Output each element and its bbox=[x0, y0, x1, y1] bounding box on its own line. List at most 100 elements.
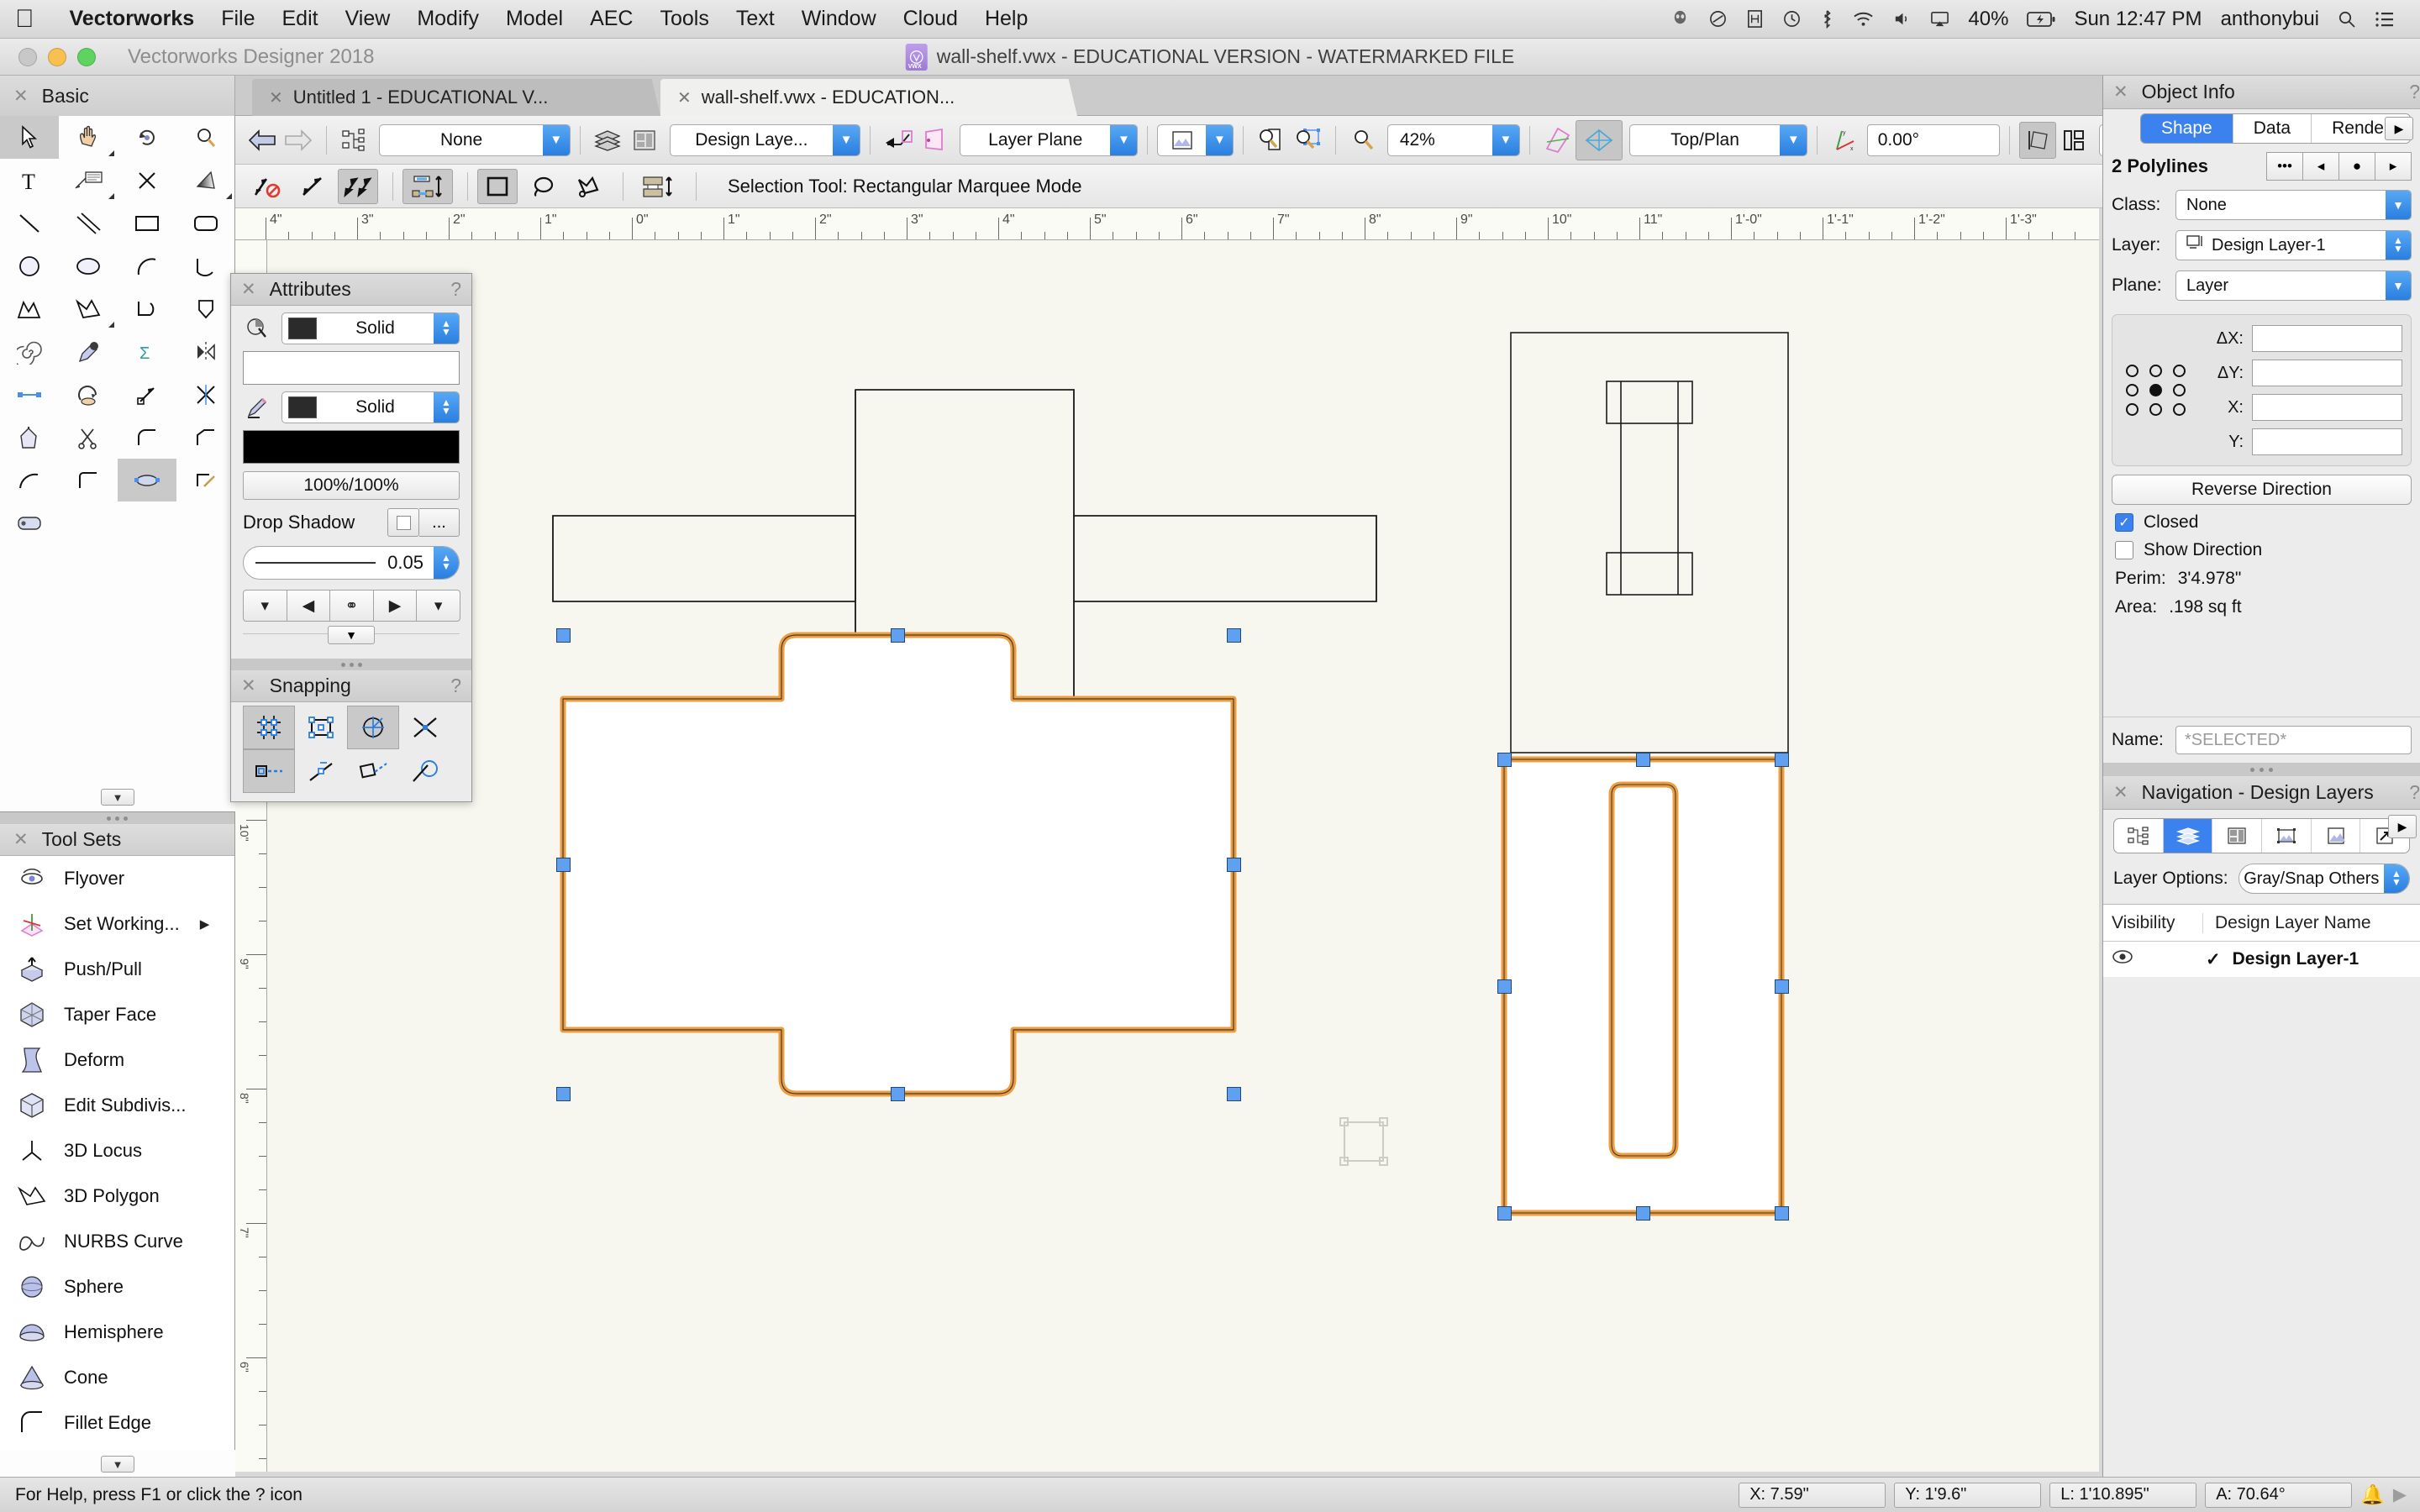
help-question-icon[interactable]: ? bbox=[450, 675, 461, 697]
polygon-marquee-mode-icon[interactable] bbox=[568, 169, 608, 204]
trim-tool-icon[interactable] bbox=[59, 416, 118, 459]
close-icon[interactable]: ✕ bbox=[2113, 784, 2128, 801]
drop-shadow-options-button[interactable]: ... bbox=[419, 508, 460, 537]
tool-set-item-3d-locus[interactable]: 3D Locus bbox=[0, 1128, 234, 1173]
fillet-tool-icon[interactable] bbox=[118, 416, 176, 459]
close-icon[interactable]: ✕ bbox=[269, 87, 283, 108]
attr-link-button[interactable]: ⚭ bbox=[329, 590, 374, 622]
tool-set-item-3d-polygon[interactable]: 3D Polygon bbox=[0, 1173, 234, 1219]
close-icon[interactable]: ✕ bbox=[13, 831, 29, 848]
plane-dropdown[interactable]: Layer ▼ bbox=[2175, 270, 2412, 301]
collapse-caret-icon[interactable]: ▼ bbox=[328, 626, 375, 644]
nurbs-edit-tool-icon[interactable] bbox=[118, 459, 176, 501]
eyedropper-tool-icon[interactable] bbox=[59, 330, 118, 373]
snap-to-grid-icon[interactable] bbox=[243, 706, 295, 749]
scale-tool-icon[interactable] bbox=[118, 373, 176, 416]
menu-item-cloud[interactable]: Cloud bbox=[890, 7, 971, 31]
anchor-middle-left[interactable] bbox=[2126, 384, 2139, 396]
active-plane-icon[interactable] bbox=[916, 122, 952, 159]
close-icon[interactable]: ✕ bbox=[241, 677, 256, 695]
selection-handle[interactable] bbox=[1227, 628, 1241, 643]
flyout-triangle-icon[interactable] bbox=[108, 322, 114, 328]
rotate-tool-icon[interactable] bbox=[59, 373, 118, 416]
menu-item-aec[interactable]: AEC bbox=[576, 7, 646, 31]
gradient-tool-icon[interactable] bbox=[176, 159, 235, 202]
single-object-mode-icon[interactable] bbox=[292, 169, 333, 204]
menu-item-edit[interactable]: Edit bbox=[268, 7, 331, 31]
menu-bar-clock[interactable]: Sun 12:47 PM bbox=[2074, 8, 2202, 31]
no-entry-icon[interactable] bbox=[1708, 9, 1728, 29]
row-visibility-cell[interactable] bbox=[2103, 949, 2202, 969]
stepper-icon[interactable]: ▲ ▼ bbox=[434, 392, 459, 423]
close-icon[interactable]: ✕ bbox=[241, 281, 256, 298]
menu-item-vectorworks[interactable]: Vectorworks bbox=[56, 7, 208, 31]
control-center-icon[interactable] bbox=[2375, 11, 2395, 28]
class-hierarchy-icon[interactable] bbox=[336, 122, 372, 159]
menu-item-help[interactable]: Help bbox=[971, 7, 1041, 31]
attr-next-button[interactable]: ▶ bbox=[372, 590, 418, 622]
drawing-area[interactable] bbox=[267, 240, 2099, 1472]
previous-object-button[interactable]: ◂ bbox=[2302, 152, 2339, 181]
fill-style-dropdown[interactable]: Solid ▲ ▼ bbox=[281, 312, 460, 344]
viewports-nav-icon[interactable] bbox=[2262, 819, 2312, 853]
chevron-down-icon[interactable]: ▼ bbox=[2386, 271, 2411, 300]
time-machine-icon[interactable] bbox=[1782, 9, 1802, 29]
polyline-tool-icon[interactable] bbox=[0, 287, 59, 330]
dimension-tool-icon[interactable] bbox=[118, 159, 176, 202]
selection-handle[interactable] bbox=[1497, 753, 1512, 767]
snap-to-object-icon[interactable] bbox=[295, 706, 347, 749]
selection-handle[interactable] bbox=[1775, 979, 1789, 994]
saved-views-nav-icon[interactable] bbox=[2312, 819, 2361, 853]
anchor-top-left[interactable] bbox=[2126, 365, 2139, 377]
anchor-point-selector[interactable] bbox=[2121, 365, 2191, 416]
drawing-canvas[interactable]: 4" 3" 2" 1" 0" 1" 2" 3" 4" 5" 6" 7" 8" 9" 10" 11" 1'-0" 1… bbox=[235, 208, 2099, 1472]
display-panel-icon[interactable] bbox=[1746, 9, 1764, 29]
pen-preview-bar[interactable] bbox=[243, 430, 460, 464]
selection-handle[interactable] bbox=[556, 1087, 571, 1101]
current-object-button[interactable]: ● bbox=[2338, 152, 2375, 181]
no-snap-mode-icon[interactable] bbox=[247, 169, 287, 204]
rotation-angle-field[interactable]: 0.00° bbox=[1866, 123, 2001, 156]
selection-handle[interactable] bbox=[1775, 753, 1789, 767]
design-layers-nav-icon[interactable] bbox=[2163, 819, 2213, 853]
row-name-cell[interactable]: ✓ Design Layer-1 bbox=[2202, 949, 2420, 970]
chevron-down-icon[interactable]: ▼ bbox=[833, 124, 860, 155]
maximize-window-button[interactable] bbox=[77, 47, 96, 66]
attr-menu-down-button[interactable]: ▾ bbox=[243, 590, 287, 622]
help-question-icon[interactable]: ? bbox=[2409, 81, 2420, 103]
view-dropdown[interactable]: Top/Plan ▼ bbox=[1628, 123, 1808, 156]
selection-handle[interactable] bbox=[556, 858, 571, 872]
menu-item-window[interactable]: Window bbox=[788, 7, 890, 31]
next-object-button[interactable]: ▸ bbox=[2375, 152, 2412, 181]
layer-dropdown[interactable]: Design Laye... ▼ bbox=[669, 123, 861, 156]
zoom-selection-icon[interactable] bbox=[1290, 122, 1326, 159]
tool-set-item-taper-face[interactable]: Taper Face bbox=[0, 992, 234, 1037]
drop-shadow-toggle[interactable] bbox=[387, 508, 419, 537]
expand-arrow-icon[interactable]: ▶ bbox=[2385, 117, 2413, 140]
rounded-rectangle-tool-icon[interactable] bbox=[176, 202, 235, 244]
tool-set-item-push-pull[interactable]: Push/Pull bbox=[0, 947, 234, 992]
selection-handle[interactable] bbox=[891, 628, 905, 643]
mirror-tool-icon[interactable] bbox=[176, 330, 235, 373]
tool-set-item-edit-subdivision[interactable]: Edit Subdivis... bbox=[0, 1083, 234, 1128]
tool-set-item-deform[interactable]: Deform bbox=[0, 1037, 234, 1083]
anchor-top-center[interactable] bbox=[2149, 365, 2162, 377]
stepper-icon[interactable]: ▲ ▼ bbox=[2384, 864, 2409, 893]
more-options-button[interactable]: ••• bbox=[2266, 152, 2303, 181]
delta-x-input[interactable] bbox=[2252, 325, 2402, 352]
paintbucket-tool-icon[interactable] bbox=[0, 416, 59, 459]
corner-tool-icon[interactable] bbox=[59, 459, 118, 501]
selection-handle[interactable] bbox=[1636, 1206, 1650, 1221]
tool-set-item-nurbs-curve[interactable]: NURBS Curve bbox=[0, 1219, 234, 1264]
collapse-caret-icon[interactable]: ▼ bbox=[101, 789, 134, 806]
anchor-top-right[interactable] bbox=[2173, 365, 2186, 377]
text-tool-icon[interactable]: T bbox=[0, 159, 59, 202]
search-icon[interactable] bbox=[2338, 10, 2356, 29]
tool-set-item-sphere[interactable]: Sphere bbox=[0, 1264, 234, 1310]
back-arrow-icon[interactable] bbox=[244, 122, 280, 159]
forward-arrow-icon[interactable] bbox=[280, 122, 316, 159]
spiral-tool-icon[interactable] bbox=[0, 330, 59, 373]
status-length-field[interactable]: L: 1'10.895" bbox=[2049, 1482, 2197, 1508]
tool-set-item-set-working-plane[interactable]: Set Working... ▶ bbox=[0, 901, 234, 947]
tool-set-item-fillet-edge[interactable]: Fillet Edge bbox=[0, 1400, 234, 1446]
